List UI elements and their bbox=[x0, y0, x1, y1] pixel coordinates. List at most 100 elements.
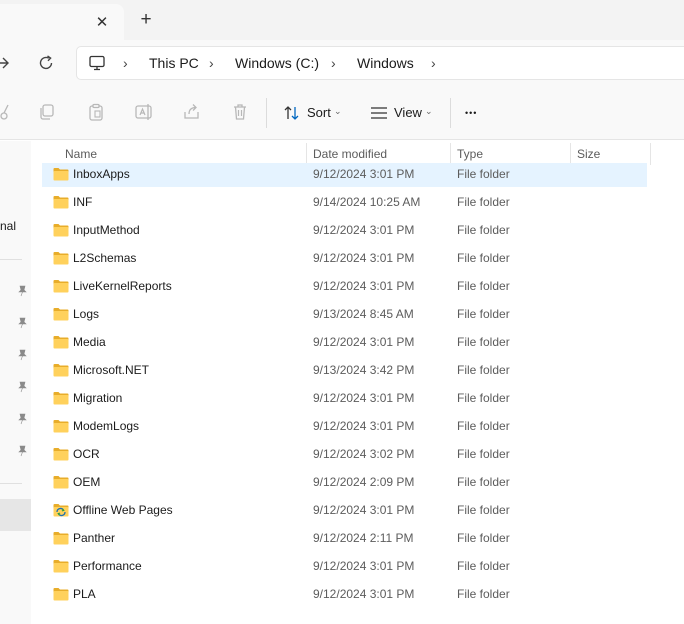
command-bar: Sort ⌄ View ⌄ ••• bbox=[0, 86, 684, 140]
table-row[interactable]: OCR 9/12/2024 3:02 PM File folder bbox=[42, 443, 647, 467]
file-name: PLA bbox=[73, 587, 96, 601]
offline-web-pages-folder-icon bbox=[53, 504, 69, 517]
file-date-modified: 9/12/2024 3:01 PM bbox=[313, 391, 415, 405]
breadcrumb-separator[interactable]: › bbox=[123, 47, 128, 79]
copy-icon[interactable] bbox=[37, 102, 57, 122]
file-date-modified: 9/14/2024 10:25 AM bbox=[313, 195, 421, 209]
table-row[interactable]: Microsoft.NET 9/13/2024 3:42 PM File folde… bbox=[42, 359, 647, 383]
pin-icon bbox=[18, 349, 27, 361]
file-type: File folder bbox=[457, 391, 510, 405]
breadcrumb-windows-c[interactable]: Windows (C:) bbox=[235, 47, 319, 79]
pin-icon bbox=[18, 285, 27, 297]
folder-icon bbox=[53, 476, 69, 489]
file-name: ModemLogs bbox=[73, 419, 140, 433]
more-options-icon[interactable]: ••• bbox=[465, 99, 477, 127]
file-name: Microsoft.NET bbox=[73, 363, 150, 377]
column-divider[interactable] bbox=[570, 143, 571, 165]
share-icon[interactable] bbox=[182, 102, 202, 122]
file-date-modified: 9/12/2024 3:02 PM bbox=[313, 447, 415, 461]
cut-icon[interactable] bbox=[0, 102, 12, 122]
file-type: File folder bbox=[457, 335, 510, 349]
column-headers: ⌃ Name Date modified Type Size bbox=[34, 141, 684, 165]
forward-arrow-icon[interactable] bbox=[0, 52, 14, 74]
table-row[interactable]: PLA 9/12/2024 3:01 PM File folder bbox=[42, 583, 647, 607]
table-row[interactable]: InboxApps 9/12/2024 3:01 PM File folder bbox=[42, 163, 647, 187]
file-date-modified: 9/13/2024 8:45 AM bbox=[313, 307, 414, 321]
file-date-modified: 9/12/2024 2:09 PM bbox=[313, 475, 415, 489]
file-explorer-window: ✕ + › This PC › Windows (C:) › Windows › bbox=[0, 0, 684, 624]
sort-button[interactable]: Sort ⌄ bbox=[281, 99, 345, 127]
table-row[interactable]: Migration 9/12/2024 3:01 PM File folder bbox=[42, 387, 647, 411]
table-row[interactable]: Performance 9/12/2024 3:01 PM File folder bbox=[42, 555, 647, 579]
column-divider[interactable] bbox=[650, 143, 651, 165]
column-header-name[interactable]: Name bbox=[65, 141, 97, 165]
folder-icon bbox=[53, 420, 69, 433]
file-date-modified: 9/12/2024 3:01 PM bbox=[313, 559, 415, 573]
breadcrumb-separator[interactable]: › bbox=[331, 47, 336, 79]
breadcrumb-windows[interactable]: Windows bbox=[357, 47, 414, 79]
sidebar-item-selected[interactable] bbox=[0, 499, 31, 531]
close-tab-icon[interactable]: ✕ bbox=[92, 13, 112, 33]
breadcrumb-this-pc[interactable]: This PC bbox=[149, 47, 199, 79]
column-header-type[interactable]: Type bbox=[457, 141, 483, 165]
folder-icon bbox=[53, 336, 69, 349]
active-tab[interactable]: ✕ bbox=[0, 4, 124, 40]
sort-chevron-down-icon: ⌄ bbox=[334, 106, 342, 116]
view-icon bbox=[371, 107, 387, 119]
file-name: Media bbox=[73, 335, 106, 349]
sidebar-divider bbox=[0, 259, 22, 260]
file-type: File folder bbox=[457, 279, 510, 293]
file-date-modified: 9/12/2024 3:01 PM bbox=[313, 587, 415, 601]
table-row[interactable]: L2Schemas 9/12/2024 3:01 PM File folder bbox=[42, 247, 647, 271]
refresh-icon[interactable] bbox=[35, 52, 57, 74]
new-tab-icon[interactable]: + bbox=[136, 10, 156, 30]
file-date-modified: 9/12/2024 3:01 PM bbox=[313, 503, 415, 517]
file-name: L2Schemas bbox=[73, 251, 137, 265]
breadcrumb-separator[interactable]: › bbox=[431, 47, 436, 79]
file-name: InboxApps bbox=[73, 167, 130, 181]
command-separator bbox=[266, 98, 267, 128]
table-row[interactable]: INF 9/14/2024 10:25 AM File folder bbox=[42, 191, 647, 215]
file-type: File folder bbox=[457, 223, 510, 237]
rename-icon[interactable] bbox=[134, 102, 154, 122]
table-row[interactable]: Media 9/12/2024 3:01 PM File folder bbox=[42, 331, 647, 355]
file-type: File folder bbox=[457, 307, 510, 321]
sort-ascending-icon: ⌃ bbox=[177, 141, 186, 148]
paste-icon[interactable] bbox=[86, 102, 106, 122]
table-row[interactable]: Logs 9/13/2024 8:45 AM File folder bbox=[42, 303, 647, 327]
file-list: ⌃ Name Date modified Type Size InboxApps… bbox=[34, 141, 684, 624]
column-divider[interactable] bbox=[450, 143, 451, 165]
file-date-modified: 9/12/2024 2:11 PM bbox=[313, 531, 414, 545]
folder-icon bbox=[53, 280, 69, 293]
file-name: Panther bbox=[73, 531, 116, 545]
table-row[interactable]: OEM 9/12/2024 2:09 PM File folder bbox=[42, 471, 647, 495]
file-date-modified: 9/12/2024 3:01 PM bbox=[313, 167, 415, 181]
table-row[interactable]: LiveKernelReports 9/12/2024 3:01 PM File f… bbox=[42, 275, 647, 299]
view-button[interactable]: View ⌄ bbox=[368, 99, 438, 127]
column-header-date-modified[interactable]: Date modified bbox=[313, 141, 387, 165]
table-row[interactable]: ModemLogs 9/12/2024 3:01 PM File folder bbox=[42, 415, 647, 439]
file-name: InputMethod bbox=[73, 223, 140, 237]
tab-strip: ✕ + bbox=[0, 0, 684, 40]
table-row[interactable]: InputMethod 9/12/2024 3:01 PM File folder bbox=[42, 219, 647, 243]
navigation-bar: › This PC › Windows (C:) › Windows › bbox=[0, 40, 684, 86]
file-date-modified: 9/13/2024 3:42 PM bbox=[313, 363, 415, 377]
file-type: File folder bbox=[457, 587, 510, 601]
column-divider[interactable] bbox=[306, 143, 307, 165]
file-date-modified: 9/12/2024 3:01 PM bbox=[313, 223, 415, 237]
file-date-modified: 9/12/2024 3:01 PM bbox=[313, 279, 415, 293]
folder-icon bbox=[53, 532, 69, 545]
breadcrumb-separator[interactable]: › bbox=[209, 47, 214, 79]
column-header-size[interactable]: Size bbox=[577, 141, 600, 165]
address-bar[interactable]: › This PC › Windows (C:) › Windows › bbox=[76, 46, 684, 80]
delete-icon[interactable] bbox=[230, 102, 250, 122]
table-row[interactable]: Panther 9/12/2024 2:11 PM File folder bbox=[42, 527, 647, 551]
pin-icon bbox=[18, 445, 27, 457]
folder-icon bbox=[53, 364, 69, 377]
table-row[interactable]: Offline Web Pages 9/12/2024 3:01 PM File f… bbox=[42, 499, 647, 523]
file-name: OCR bbox=[73, 447, 100, 461]
folder-icon bbox=[53, 224, 69, 237]
navigation-pane: nal bbox=[0, 141, 31, 624]
sidebar-item-label[interactable]: nal bbox=[0, 219, 16, 233]
folder-icon bbox=[53, 448, 69, 461]
